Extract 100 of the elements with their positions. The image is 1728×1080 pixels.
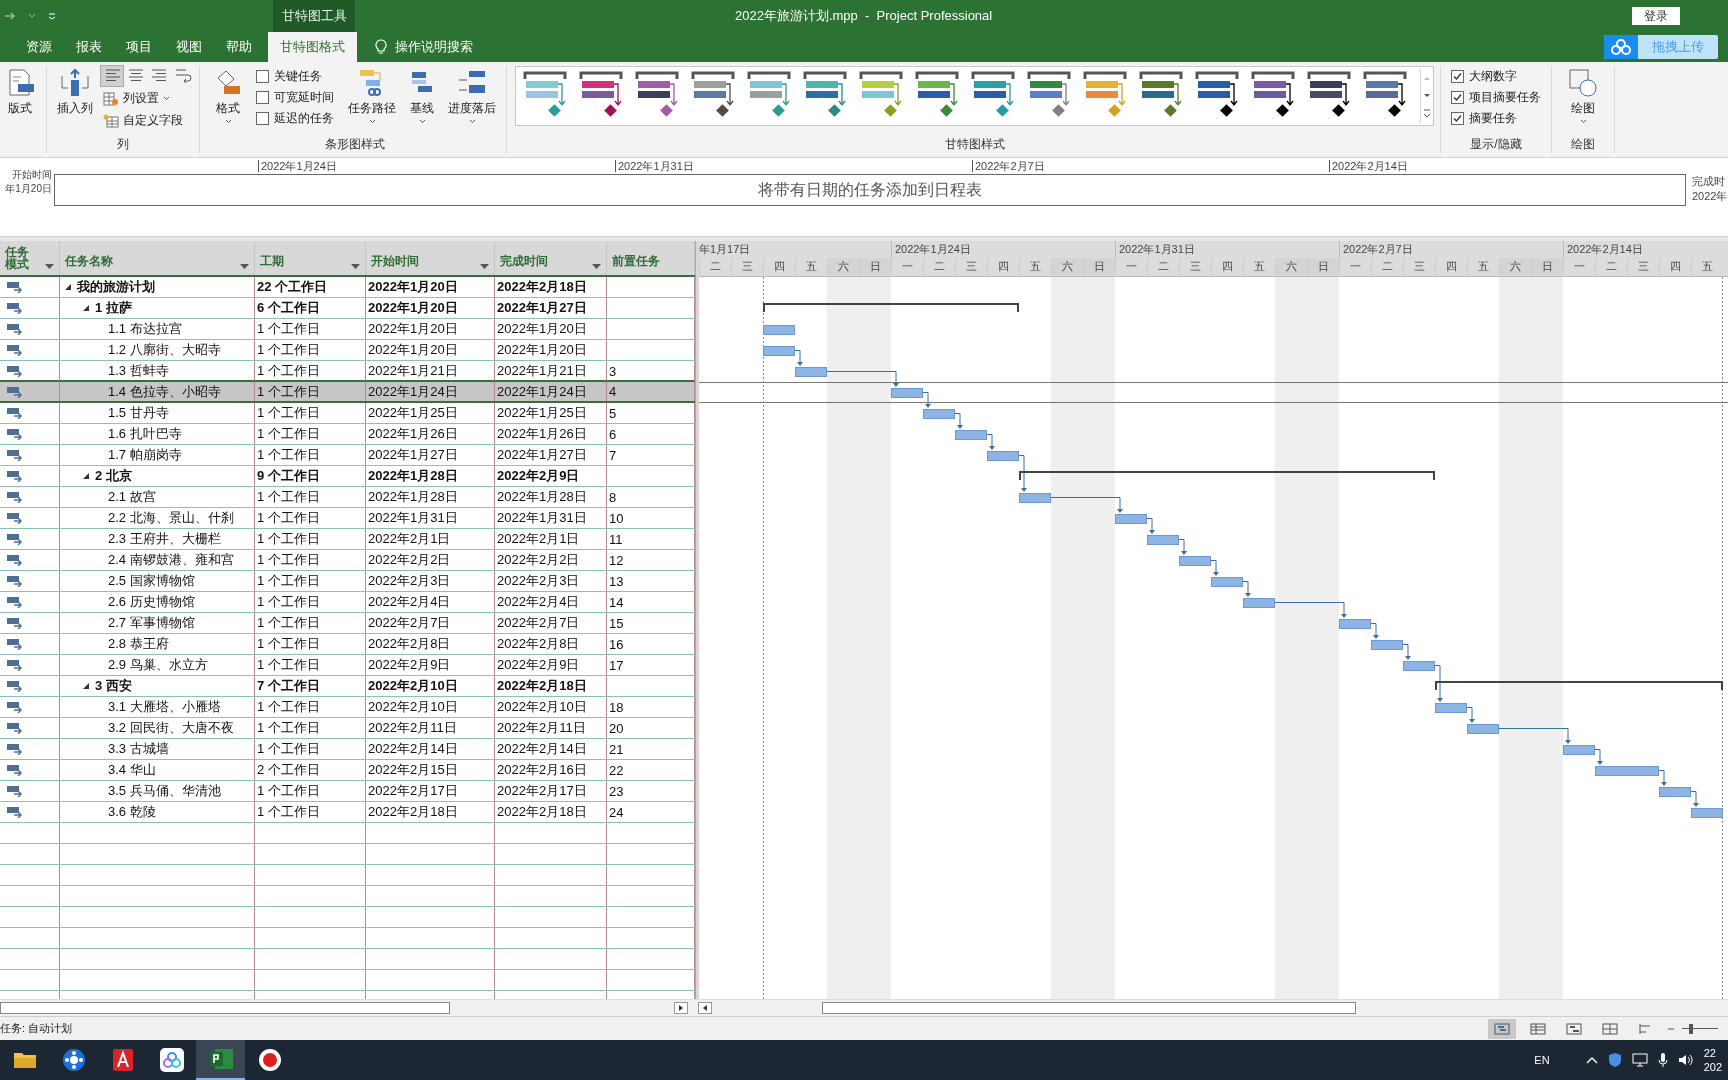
checkbox[interactable] (256, 90, 269, 104)
filter-arrow-icon[interactable] (351, 264, 360, 270)
task-name[interactable]: 3.3 古城墙 (108, 740, 169, 758)
task-name[interactable]: 1.5 甘丹寺 (108, 404, 169, 422)
checkbox[interactable] (1451, 111, 1464, 125)
task-name[interactable]: 3.1 大雁塔、小雁塔 (108, 698, 221, 716)
monitor-icon[interactable] (1631, 1053, 1648, 1067)
table-cell: 1 个工作日 (255, 718, 366, 738)
column-header[interactable]: 前置任务 (612, 253, 660, 270)
scrollbar-thumb[interactable] (822, 1002, 1356, 1014)
caret-up-icon[interactable] (1585, 1056, 1598, 1064)
redo-icon[interactable] (4, 11, 16, 21)
ribbon-tab[interactable]: 资源 (14, 32, 64, 62)
ribbon-tab[interactable]: 报表 (64, 32, 114, 62)
task-name[interactable]: 3.5 兵马俑、华清池 (108, 782, 221, 800)
language-indicator[interactable]: EN (1534, 1054, 1550, 1066)
task-name[interactable]: 2.8 恭王府 (108, 635, 169, 653)
checkbox[interactable] (256, 111, 269, 125)
task-name[interactable]: 2.7 军事博物馆 (108, 614, 195, 632)
insert-column-button[interactable]: 插入列 (53, 66, 97, 119)
checkbox[interactable] (1451, 69, 1464, 83)
wrap-text-icon[interactable] (173, 66, 193, 86)
day-label: 三 (1414, 259, 1425, 274)
task-name[interactable]: 1.6 扎叶巴寺 (108, 425, 182, 443)
task-name[interactable]: 3.6 乾陵 (108, 803, 156, 821)
table-cell: 7 (609, 447, 617, 463)
task-name[interactable]: 2.5 国家博物馆 (108, 572, 195, 590)
task-name[interactable]: 我的旅游计划 (77, 278, 155, 296)
dropdown-icon[interactable] (28, 13, 36, 19)
format-button[interactable]: 格式 (210, 66, 246, 126)
custom-fields-button[interactable]: 自定义字段 (101, 111, 193, 130)
align-left-icon[interactable] (101, 66, 123, 86)
clock-date[interactable]: 202 (1703, 1060, 1722, 1074)
column-header[interactable]: 完成时间 (500, 253, 548, 270)
table-cell: 2022年2月14日 (495, 739, 607, 759)
summary-bar[interactable] (1435, 681, 1723, 691)
tell-me-search[interactable]: 操作说明搜索 (369, 32, 479, 62)
scroll-left-icon[interactable] (698, 1002, 712, 1014)
scroll-right-icon[interactable] (674, 1002, 688, 1014)
collapse-icon[interactable] (82, 472, 90, 480)
zoom-slider-thumb[interactable] (1689, 1023, 1693, 1034)
filter-arrow-icon[interactable] (240, 264, 249, 270)
task-name[interactable]: 2.6 历史博物馆 (108, 593, 195, 611)
gantt-view-icon[interactable] (1488, 1018, 1516, 1039)
checkbox[interactable] (256, 69, 269, 83)
filter-arrow-icon[interactable] (45, 264, 54, 270)
day-label: 二 (1158, 259, 1169, 274)
ribbon-tab[interactable]: 帮助 (214, 32, 264, 62)
scrollbar-thumb[interactable] (0, 1002, 450, 1014)
shield-icon[interactable] (1607, 1052, 1622, 1068)
task-name[interactable]: 1.3 哲蚌寺 (108, 362, 169, 380)
column-header[interactable]: 任务名称 (65, 253, 113, 270)
task-name[interactable]: 2.9 鸟巢、水立方 (108, 656, 208, 674)
start-date: 年1月20日 (5, 182, 52, 196)
ribbon-tab[interactable]: 甘特图格式 (268, 32, 357, 62)
task-path-button[interactable]: 任务路径 (344, 66, 400, 126)
column-settings-button[interactable]: 列设置 (101, 89, 193, 108)
day-label: 五 (1478, 259, 1489, 274)
day-label: 六 (1286, 259, 1297, 274)
auto-schedule-icon (6, 617, 24, 629)
task-name[interactable]: 2 北京 (95, 467, 132, 485)
collapse-icon[interactable] (64, 283, 72, 291)
task-name[interactable]: 3 西安 (95, 677, 132, 695)
baseline-button[interactable]: 基线 (404, 66, 440, 126)
layout-button[interactable]: 版式 (0, 66, 40, 119)
summary-bar[interactable] (763, 303, 1019, 313)
microphone-icon[interactable] (1657, 1052, 1668, 1068)
group-label: 甘特图样式 (943, 136, 1006, 153)
clock-time[interactable]: 22 (1703, 1046, 1722, 1060)
login-button[interactable]: 登录 (1632, 7, 1680, 25)
collapse-icon[interactable] (82, 304, 90, 312)
task-name[interactable]: 3.2 回民街、大唐不夜 (108, 719, 234, 737)
task-name[interactable]: 2.2 北海、景山、什刹 (108, 509, 234, 527)
checkbox[interactable] (1451, 90, 1464, 104)
slippage-button[interactable]: 进度落后 (444, 66, 500, 126)
task-name[interactable]: 1.4 色拉寺、小昭寺 (108, 382, 221, 401)
task-name[interactable]: 2.1 故宫 (108, 488, 156, 506)
speaker-icon[interactable] (1677, 1053, 1694, 1067)
customize-toolbar-icon[interactable] (48, 12, 56, 20)
ribbon-tab[interactable]: 视图 (164, 32, 214, 62)
task-name[interactable]: 1.7 帕崩岗寺 (108, 446, 182, 464)
filter-arrow-icon[interactable] (480, 264, 489, 270)
task-name[interactable]: 1.1 布达拉宫 (108, 320, 182, 338)
task-name[interactable]: 1 拉萨 (95, 299, 132, 317)
task-name[interactable]: 3.4 华山 (108, 761, 156, 779)
summary-bar[interactable] (1019, 471, 1435, 481)
task-name[interactable]: 2.4 南锣鼓港、雍和宫 (108, 551, 234, 569)
cloud-app-icon[interactable] (157, 1046, 186, 1074)
week-label: 年1月17日 (699, 242, 751, 257)
table-cell: 2022年1月28日 (366, 466, 495, 486)
task-name[interactable]: 1.2 八廓街、大昭寺 (108, 341, 221, 359)
timeline-bar[interactable]: 将带有日期的任务添加到日程表 (54, 174, 1686, 206)
column-header[interactable]: 开始时间 (371, 253, 419, 270)
collapse-icon[interactable] (82, 682, 90, 690)
filter-arrow-icon[interactable] (592, 264, 601, 270)
column-header[interactable]: 任务模式 (5, 246, 31, 270)
task-name[interactable]: 2.3 王府井、大栅栏 (108, 530, 221, 548)
drawing-button[interactable]: 绘图 (1564, 66, 1602, 126)
ribbon-tab[interactable]: 项目 (114, 32, 164, 62)
column-header[interactable]: 工期 (260, 253, 284, 270)
